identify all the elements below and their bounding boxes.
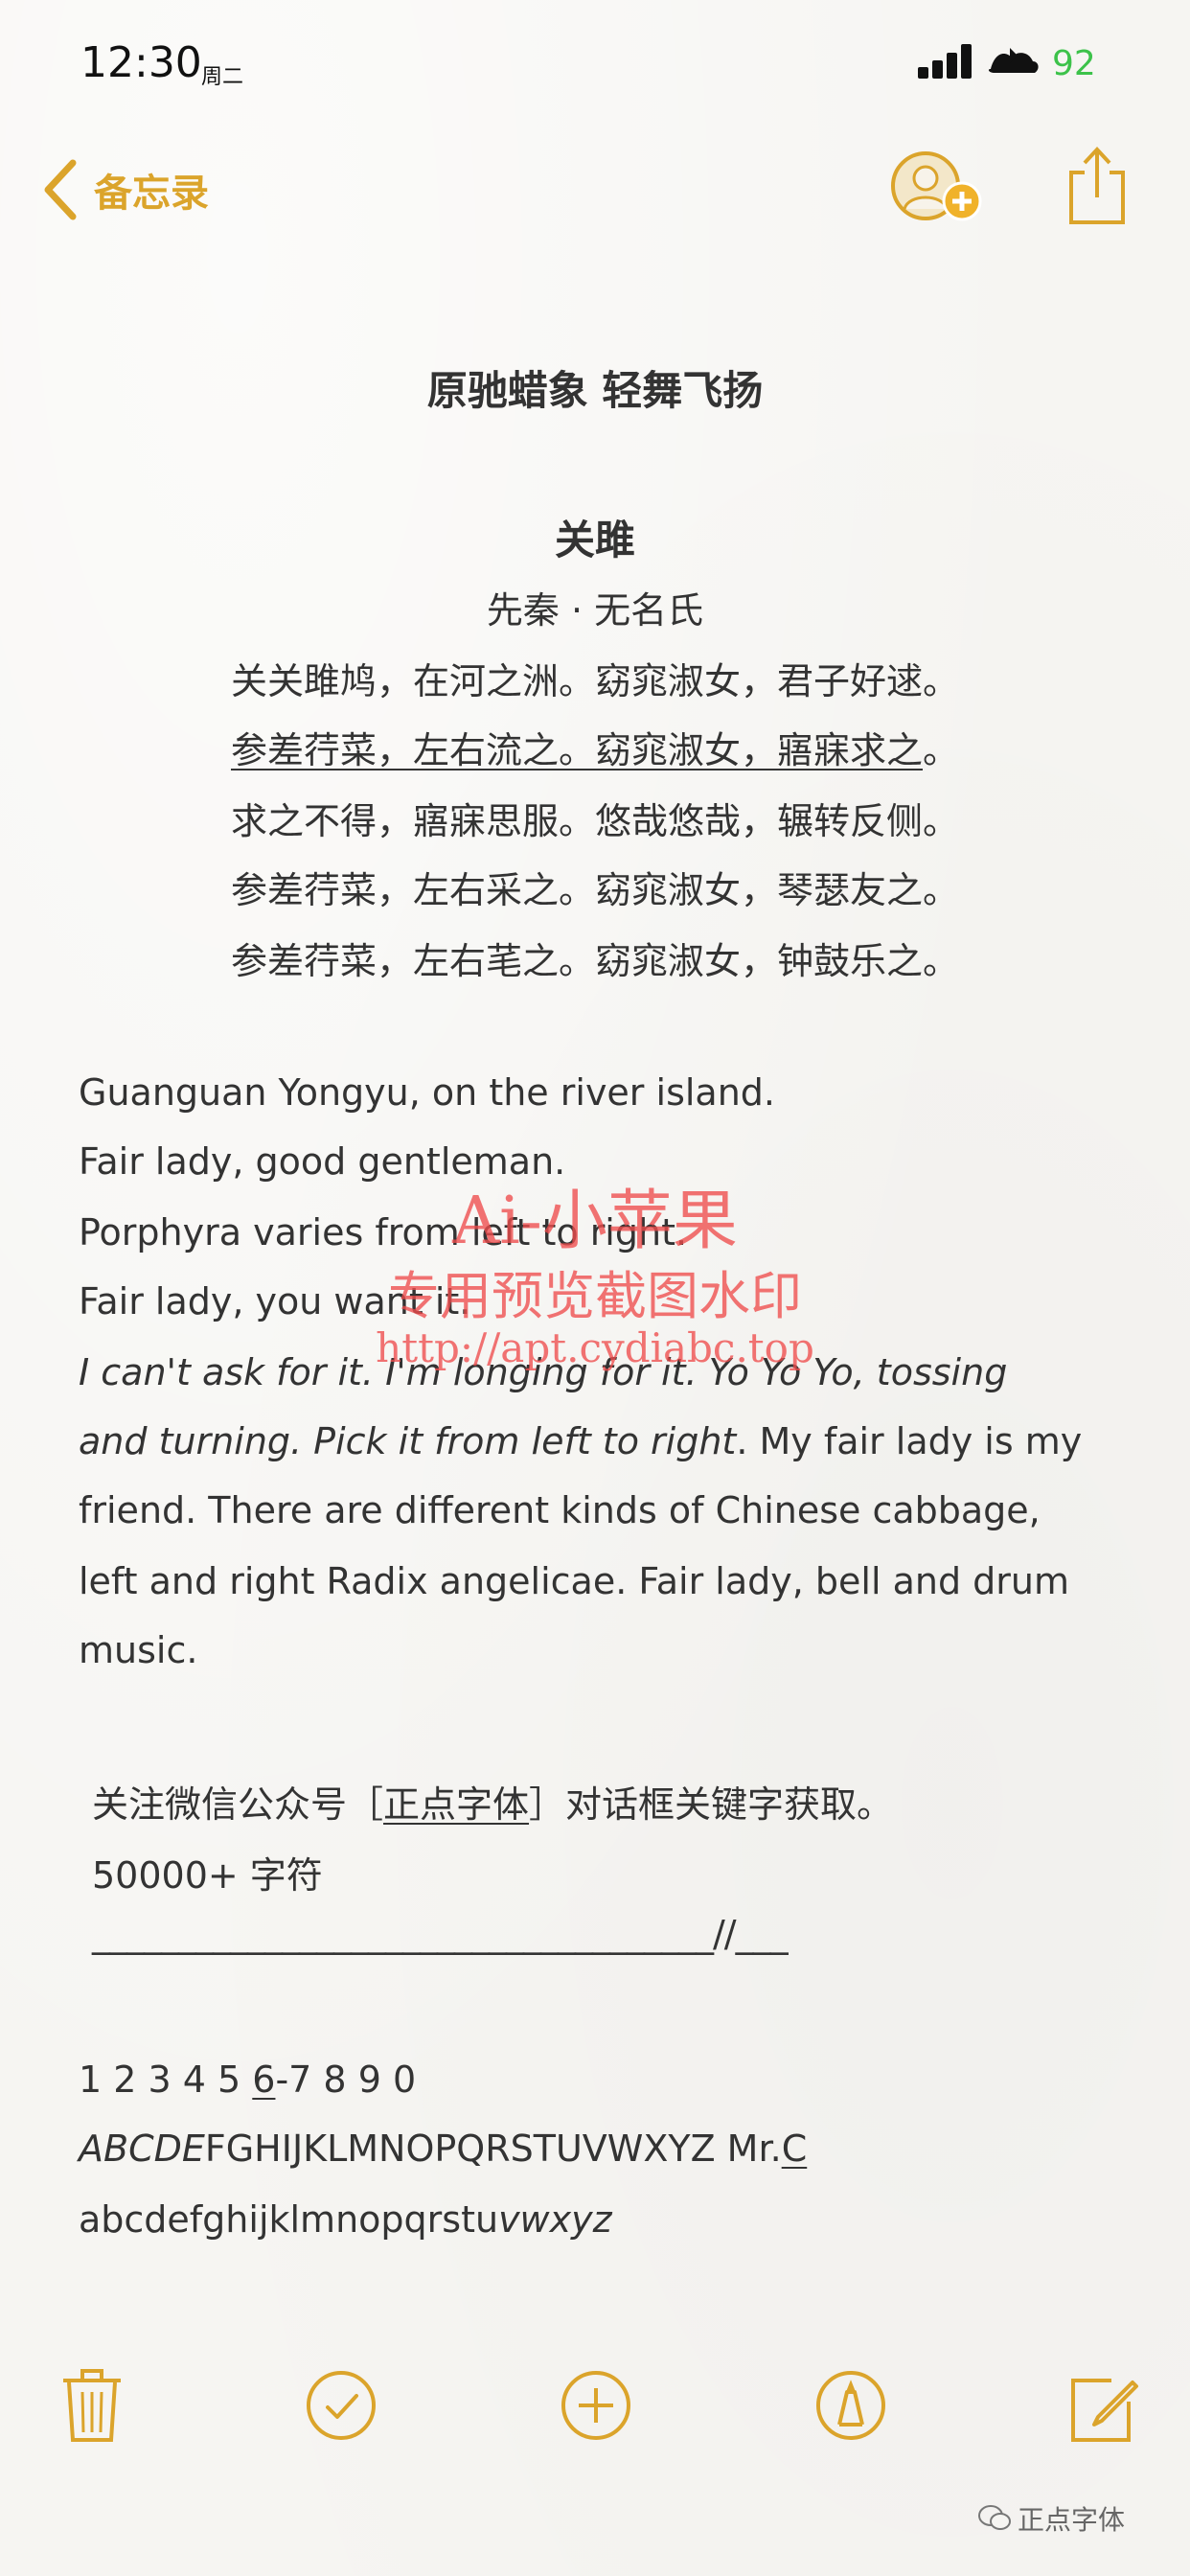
- lowercase-italic: vwxyz: [498, 2198, 612, 2241]
- mobile-data-icon: [988, 48, 1039, 73]
- wechat-label: 正点字体: [1018, 2504, 1126, 2536]
- compose-button[interactable]: [1065, 2367, 1142, 2444]
- english-regular-part: . My fair lady is my: [736, 1420, 1083, 1462]
- status-time: 12:30: [80, 38, 202, 87]
- add-person-icon[interactable]: [887, 150, 989, 226]
- uppercase-regular: FGHIJKLMNOPQRSTUVWXYZ Mr.: [204, 2128, 782, 2170]
- poem-line-end: 。: [923, 729, 960, 771]
- english-line: and turning. Pick it from left to right.…: [79, 1420, 1082, 1462]
- char-count: 50000+ 字符: [92, 1854, 323, 1897]
- trash-icon: [63, 2369, 121, 2442]
- uppercase-underlined: C: [781, 2128, 808, 2170]
- battery-level: 92: [1052, 44, 1096, 83]
- digits-part: 1 2 3 4 5: [79, 2058, 253, 2101]
- english-line: left and right Radix angelicae. Fair lad…: [79, 1560, 1069, 1602]
- follow-prefix: 关注微信公众号［: [92, 1783, 384, 1826]
- chevron-left-icon: [44, 159, 77, 220]
- poem-line: 参差荇菜，左右流之。窈窕淑女，寤寐求之。: [0, 721, 1190, 773]
- wechat-tag: 正点字体: [977, 2499, 1125, 2538]
- english-line: music.: [79, 1629, 198, 1671]
- poem-line: 求之不得，寤寐思服。悠哉悠哉，辗转反侧。: [230, 800, 959, 842]
- signal-strength-icon: [918, 44, 972, 79]
- watermark-line: 专用预览截图水印: [388, 1266, 802, 1326]
- digits-underlined: 6: [252, 2058, 276, 2101]
- follow-brand: 正点字体: [383, 1783, 530, 1826]
- lowercase-line: abcdefghijklmnopqrstuvwxyz: [79, 2198, 612, 2241]
- underscore-line: ____________________________________//__…: [92, 1913, 789, 1955]
- uppercase-line: ABCDEFGHIJKLMNOPQRSTUVWXYZ Mr.C: [79, 2128, 807, 2170]
- english-line: Guanguan Yongyu, on the river island.: [79, 1071, 775, 1114]
- back-label: 备忘录: [94, 172, 209, 216]
- follow-suffix: ］对话框关键字获取。: [529, 1783, 894, 1826]
- compose-icon: [1071, 2379, 1138, 2442]
- add-icon: [561, 2371, 630, 2440]
- checklist-button[interactable]: [303, 2367, 379, 2444]
- poem-author: 先秦 · 无名氏: [486, 589, 704, 632]
- poem-title: 关雎: [554, 517, 635, 564]
- english-line: friend. There are different kinds of Chi…: [79, 1489, 1041, 1531]
- markup-pen-icon: [816, 2371, 885, 2440]
- follow-line: 关注微信公众号［正点字体］对话框关键字获取。: [92, 1775, 893, 1828]
- markup-button[interactable]: [812, 2367, 889, 2444]
- watermark-line: http://apt.cydiabc.top: [376, 1324, 814, 1371]
- delete-button[interactable]: [54, 2367, 130, 2444]
- uppercase-italic: ABCDE: [79, 2128, 205, 2170]
- lowercase-regular: abcdefghijklmnopqrstu: [79, 2198, 499, 2241]
- watermark-line: Ai-小苹果: [452, 1184, 738, 1259]
- poem-line: 关关雎鸠，在河之洲。窈窕淑女，君子好逑。: [230, 660, 959, 702]
- poem-line-underlined: 参差荇菜，左右流之。窈窕淑女，寤寐求之: [230, 729, 923, 771]
- add-button[interactable]: [558, 2367, 634, 2444]
- poem-line: 参差荇菜，左右采之。窈窕淑女，琴瑟友之。: [230, 869, 959, 911]
- english-italic-part: and turning. Pick it from left to right: [79, 1420, 737, 1462]
- notes-screen: 12:30 周二 92 备忘录 原驰蜡象 轻舞飞扬 关雎 先秦 · 无名氏 关关…: [0, 0, 1190, 2576]
- share-icon[interactable]: [1064, 144, 1131, 230]
- wechat-icon: [978, 2505, 1011, 2530]
- note-heading: 原驰蜡象 轻舞飞扬: [426, 367, 764, 414]
- digits-line: 1 2 3 4 5 6-7 8 9 0: [79, 2058, 416, 2101]
- digits-part: -7 8 9 0: [275, 2058, 417, 2101]
- status-day: 周二: [201, 65, 244, 89]
- poem-line: 参差荇菜，左右芼之。窈窕淑女，钟鼓乐之。: [230, 940, 959, 982]
- checklist-icon: [307, 2371, 376, 2440]
- back-button[interactable]: 备忘录: [38, 151, 209, 228]
